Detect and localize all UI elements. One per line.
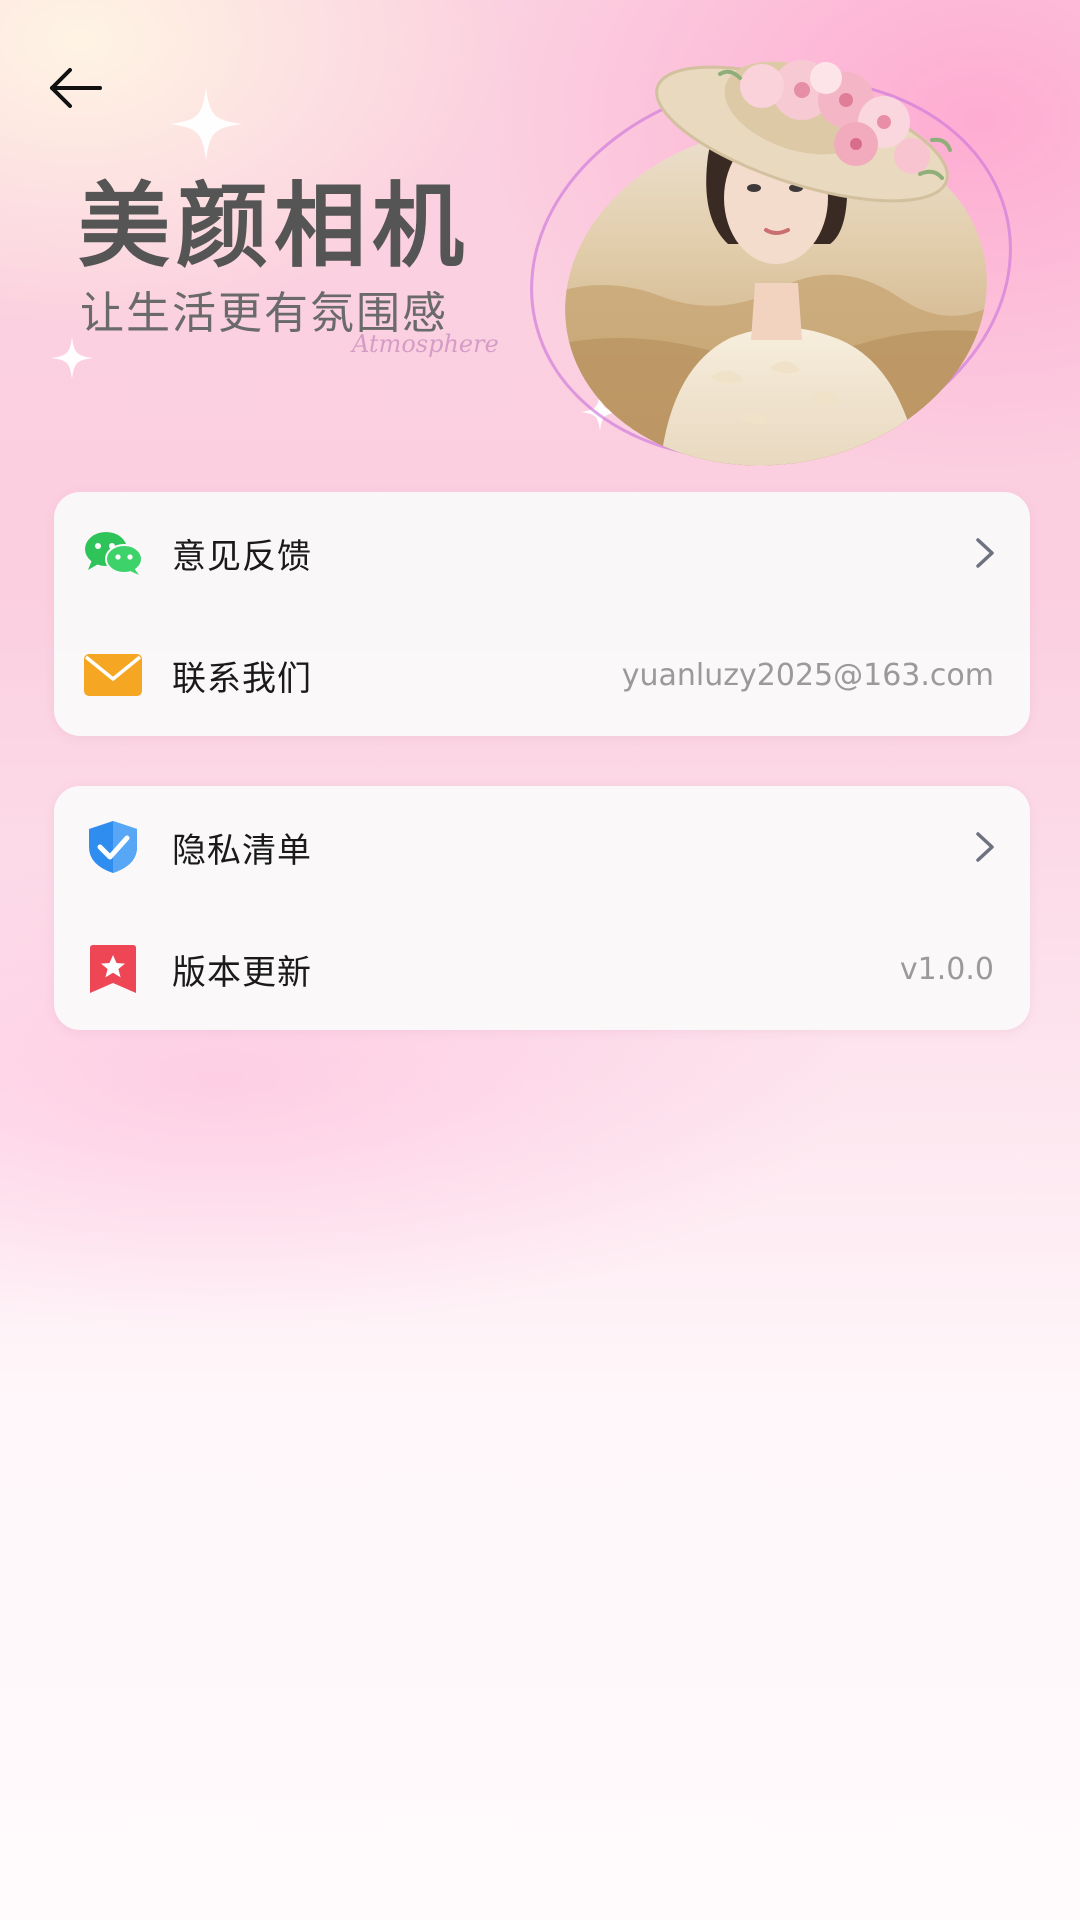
app-title: 美颜相机 — [78, 172, 471, 280]
privacy-label: 隐私清单 — [172, 830, 312, 871]
settings-card-support: 意见反馈 联系我们 yuanluzy2025@163.com — [54, 492, 1030, 736]
arrow-left-icon — [50, 68, 102, 108]
wechat-icon — [82, 522, 144, 584]
mail-icon — [82, 644, 144, 706]
chevron-right-icon — [974, 830, 996, 864]
feedback-label: 意见反馈 — [172, 536, 312, 577]
version-label: 版本更新 — [172, 952, 312, 993]
chevron-right-icon — [974, 536, 996, 570]
sparkle-decoration — [170, 88, 242, 160]
version-row[interactable]: 版本更新 v1.0.0 — [54, 908, 1030, 1030]
bookmark-star-icon — [82, 938, 144, 1000]
shield-check-icon — [82, 816, 144, 878]
back-button[interactable] — [48, 66, 104, 110]
contact-label: 联系我们 — [172, 658, 312, 699]
settings-card-app: 隐私清单 版本更新 v1.0.0 — [54, 786, 1030, 1030]
version-value: v1.0.0 — [899, 951, 994, 987]
portrait-image — [540, 60, 1014, 468]
sparkle-decoration — [51, 337, 93, 379]
contact-email: yuanluzy2025@163.com — [621, 657, 994, 693]
feedback-row[interactable]: 意见反馈 — [54, 492, 1030, 614]
contact-row[interactable]: 联系我们 yuanluzy2025@163.com — [54, 614, 1030, 736]
script-decoration-text: Atmosphere — [352, 330, 499, 358]
privacy-row[interactable]: 隐私清单 — [54, 786, 1030, 908]
